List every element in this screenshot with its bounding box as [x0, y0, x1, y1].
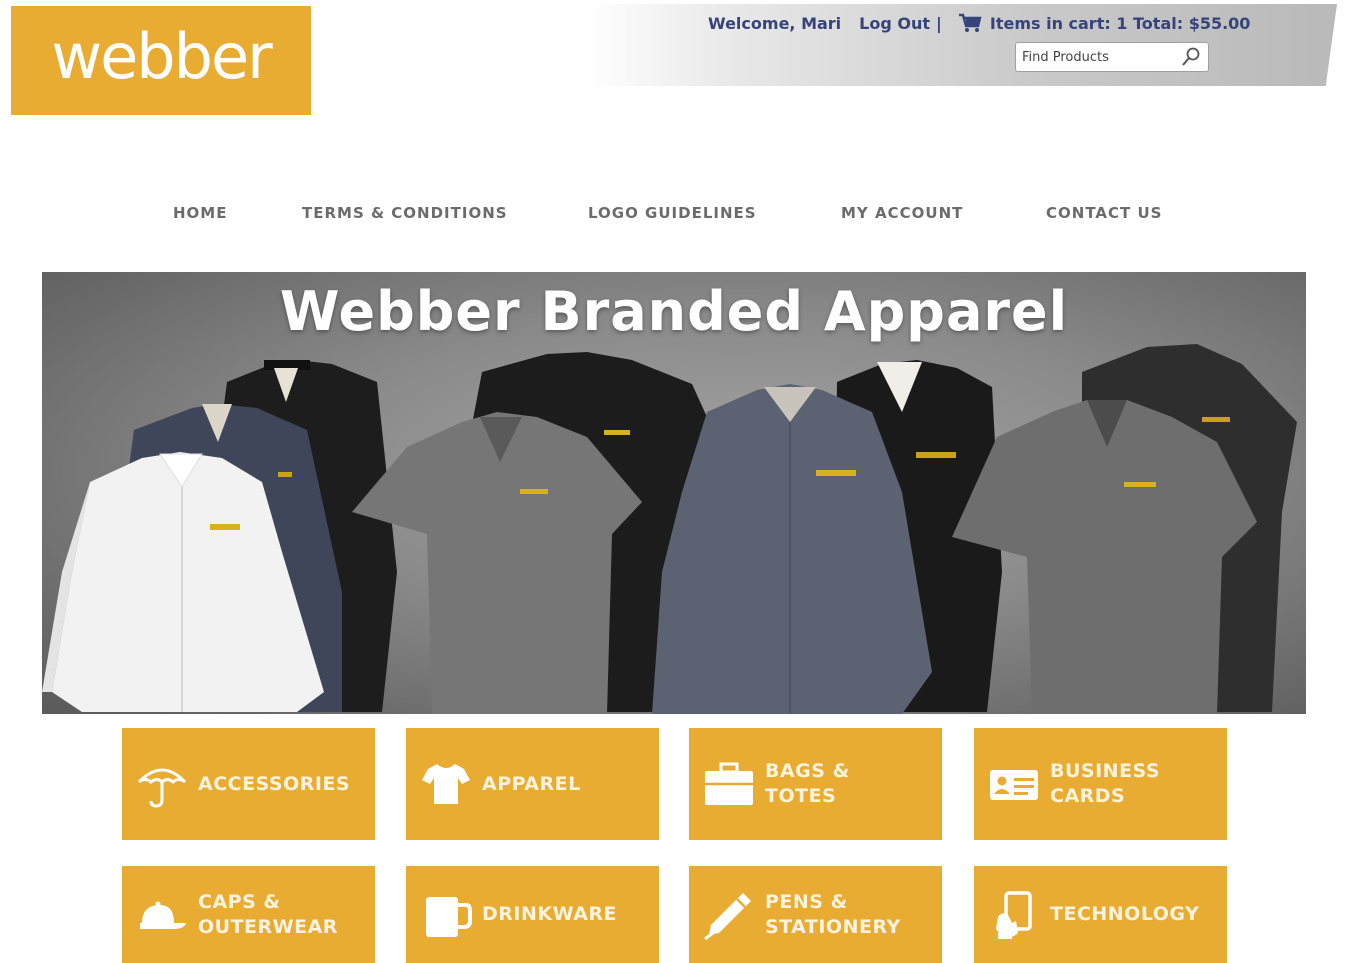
nav-logo-guidelines[interactable]: LOGO GUIDELINES — [588, 204, 757, 222]
category-technology[interactable]: TECHNOLOGY — [974, 866, 1227, 963]
category-label: CAPS & OUTERWEAR — [198, 890, 338, 938]
nav-my-account[interactable]: MY ACCOUNT — [841, 204, 963, 222]
pen-icon — [704, 892, 751, 940]
nav-terms-conditions[interactable]: TERMS & CONDITIONS — [302, 204, 508, 222]
category-apparel[interactable]: APPAREL — [406, 728, 659, 840]
search-icon[interactable] — [1180, 46, 1202, 68]
logo-text: webber — [51, 20, 272, 93]
logout-link[interactable]: Log Out — [859, 14, 930, 33]
hero-title: Webber Branded Apparel — [279, 280, 1069, 343]
category-label: APPAREL — [482, 772, 581, 795]
category-drinkware[interactable]: DRINKWARE — [406, 866, 659, 963]
mug-icon — [426, 896, 472, 937]
main-nav: HOME TERMS & CONDITIONS LOGO GUIDELINES … — [0, 204, 1346, 226]
category-accessories[interactable]: ACCESSORIES — [122, 728, 375, 840]
category-label: DRINKWARE — [482, 903, 618, 925]
category-label: PENS & STATIONERY — [765, 890, 901, 938]
category-business-cards[interactable]: BUSINESS CARDS — [974, 728, 1227, 840]
category-label: BUSINESS CARDS — [1050, 760, 1161, 807]
briefcase-icon — [705, 762, 753, 805]
umbrella-icon — [137, 768, 187, 808]
welcome-text: Welcome, Mari — [708, 13, 842, 33]
cap-icon — [140, 901, 186, 929]
category-caps-outerwear[interactable]: CAPS & OUTERWEAR — [122, 866, 375, 963]
hero-banner[interactable]: Webber Branded Apparel — [42, 272, 1306, 714]
search-input[interactable] — [1016, 45, 1180, 69]
category-pens-stationery[interactable]: PENS & STATIONERY — [689, 866, 942, 963]
search-box — [1015, 42, 1209, 72]
tshirt-icon — [422, 764, 470, 804]
category-label: BAGS & TOTES — [765, 760, 850, 807]
account-bar: Welcome, Mari Log Out | Items in cart: 1… — [708, 13, 1250, 33]
category-label: TECHNOLOGY — [1050, 903, 1200, 925]
webber-logo[interactable]: webber — [11, 6, 311, 115]
tablet-icon — [996, 890, 1032, 939]
cart-summary-link[interactable]: Items in cart: 1 Total: $55.00 — [990, 14, 1251, 33]
nav-contact-us[interactable]: CONTACT US — [1046, 204, 1162, 222]
cart-icon[interactable] — [958, 13, 982, 33]
separator: | — [936, 13, 942, 33]
business-card-icon — [990, 770, 1038, 800]
nav-home[interactable]: HOME — [173, 204, 227, 222]
category-label: ACCESSORIES — [198, 772, 351, 795]
category-bags-totes[interactable]: BAGS & TOTES — [689, 728, 942, 840]
